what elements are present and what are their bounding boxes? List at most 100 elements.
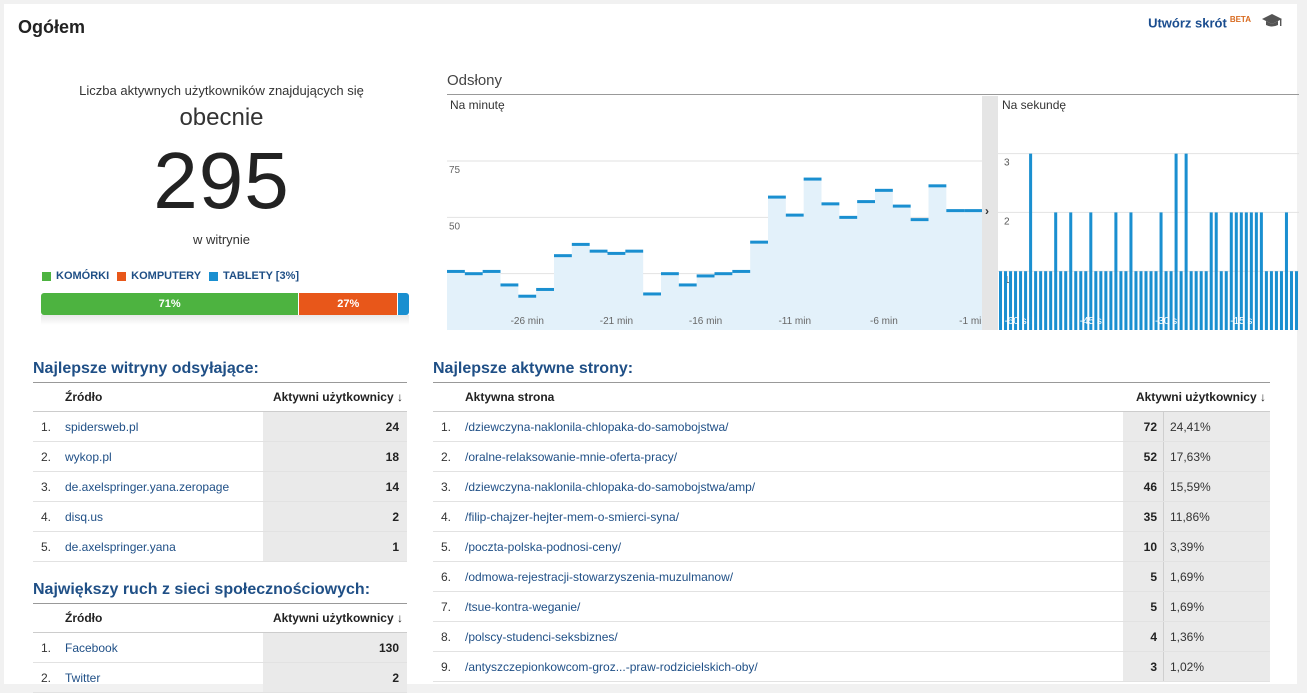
row-value: 24	[263, 411, 407, 442]
chart-separator-toggle[interactable]: ›	[982, 96, 998, 330]
data-bar	[1274, 271, 1278, 330]
device-bar-tablet	[398, 293, 409, 315]
page-link[interactable]: /tsue-kontra-weganie/	[465, 591, 1123, 622]
row-value: 46	[1123, 471, 1164, 502]
data-bar	[1184, 153, 1188, 330]
x-tick-label: -11 min	[778, 316, 811, 327]
data-step	[821, 202, 840, 206]
create-shortcut-link[interactable]: Utwórz skrót BETA	[1148, 15, 1251, 30]
row-value: 35	[1123, 501, 1164, 532]
data-bar	[1179, 271, 1183, 330]
source-column-header: Źródło	[65, 603, 263, 633]
active-users-column-header[interactable]: Aktywni użytkownicy ↓	[263, 382, 407, 412]
per-second-chart-svg: 123-60 s-45 s-30 s-15 s	[998, 153, 1299, 330]
pageviews-title: Odsłony	[447, 72, 503, 89]
overview-panel: Ogółem Utwórz skrót BETA Liczba aktywnych…	[4, 4, 1299, 693]
legend-tablet: TABLETY [3%]	[209, 270, 299, 282]
page-link[interactable]: /antyszczepionkowcom-groz...-praw-rodzic…	[465, 651, 1123, 682]
row-percent: 15,59%	[1163, 471, 1270, 502]
data-bar	[1289, 271, 1293, 330]
device-split-bar: 71% 27%	[41, 293, 409, 315]
data-step	[910, 218, 929, 222]
data-step	[839, 215, 858, 219]
active-users-site: w witrynie	[192, 232, 251, 247]
active-users-column-label: Aktywni użytkownicy	[272, 390, 394, 404]
page-link[interactable]: /polscy-studenci-seksbiznes/	[465, 621, 1123, 652]
x-tick-label: -21 min	[600, 316, 633, 327]
social-link[interactable]: Facebook	[65, 632, 263, 663]
data-bar	[1284, 212, 1288, 330]
row-index: 7.	[433, 591, 465, 622]
data-bar	[1204, 271, 1208, 330]
active-users-column-header[interactable]: Aktywni użytkownicy ↓	[1123, 382, 1270, 412]
table-row: 6./odmowa-rejestracji-stowarzyszenia-muz…	[433, 561, 1270, 592]
active-users-column-label: Aktywni użytkownicy	[272, 611, 394, 625]
row-value: 2	[263, 662, 407, 693]
data-step	[696, 274, 715, 278]
page-column-header: Aktywna strona	[465, 382, 1123, 412]
data-step	[536, 287, 554, 291]
device-bar-desktop: 27%	[299, 293, 399, 315]
row-percent: 11,86%	[1163, 501, 1270, 532]
per-minute-label: Na minutę	[450, 98, 505, 112]
page-link[interactable]: /oralne-relaksowanie-mnie-oferta-pracy/	[465, 441, 1123, 472]
data-bar	[1064, 271, 1068, 330]
row-index: 6.	[433, 561, 465, 592]
active-users-count: 295	[153, 136, 290, 225]
row-index: 2.	[433, 441, 465, 472]
active-users-column-header[interactable]: Aktywni użytkownicy ↓	[263, 603, 407, 633]
active-users-label: Liczba aktywnych użytkowników znajdujący…	[79, 83, 364, 98]
graduation-cap-icon[interactable]	[1261, 12, 1283, 30]
data-bar	[1039, 271, 1043, 330]
row-index: 9.	[433, 651, 465, 682]
legend-tablet-swatch	[209, 271, 219, 281]
data-bar	[1129, 212, 1133, 330]
row-value: 72	[1123, 411, 1164, 442]
page-link[interactable]: /dziewczyna-naklonila-chlopaka-do-samobo…	[465, 411, 1123, 442]
y-tick-label: 75	[449, 165, 461, 176]
page-link[interactable]: /filip-chajzer-hejter-mem-o-smierci-syna…	[465, 501, 1123, 532]
row-index: 1.	[33, 411, 65, 442]
beta-badge: BETA	[1229, 15, 1251, 24]
data-bar	[1114, 212, 1118, 330]
data-step	[678, 283, 697, 287]
referral-link[interactable]: disq.us	[65, 501, 263, 532]
table-row: 7./tsue-kontra-weganie/5 1,69%	[433, 591, 1270, 622]
data-step	[554, 254, 572, 258]
row-index: 3.	[433, 471, 465, 502]
row-value: 10	[1123, 531, 1164, 562]
active-users-now: obecnie	[179, 104, 264, 131]
row-value: 1	[263, 531, 407, 562]
device-legend: KOMÓRKI KOMPUTERY TABLETY [3%]	[42, 270, 299, 282]
page-link[interactable]: /dziewczyna-naklonila-chlopaka-do-samobo…	[465, 471, 1123, 502]
row-index: 1.	[33, 632, 65, 663]
data-bar	[1214, 212, 1218, 330]
data-step	[571, 242, 590, 246]
data-step	[857, 200, 875, 204]
row-index: 3.	[33, 471, 65, 502]
row-value: 14	[263, 471, 407, 502]
data-step	[589, 249, 608, 253]
referral-link[interactable]: de.axelspringer.yana.zeropage	[65, 471, 263, 502]
data-bar	[1109, 271, 1113, 330]
data-bar	[1174, 153, 1178, 330]
table-row: 1. spidersweb.pl 24	[33, 411, 407, 442]
table-row: 3. de.axelspringer.yana.zeropage 14	[33, 471, 407, 502]
row-percent: 1,69%	[1163, 561, 1270, 592]
data-step	[875, 188, 893, 192]
referral-link[interactable]: de.axelspringer.yana	[65, 531, 263, 562]
page-link[interactable]: /poczta-polska-podnosi-ceny/	[465, 531, 1123, 562]
create-shortcut-label: Utwórz skrót	[1148, 15, 1227, 31]
x-tick-label: -45 s	[1080, 316, 1102, 327]
data-step	[768, 195, 786, 199]
row-value: 5	[1123, 591, 1164, 622]
referral-link[interactable]: spidersweb.pl	[65, 411, 263, 442]
chevron-right-icon: ›	[985, 204, 989, 218]
social-link[interactable]: Twitter	[65, 662, 263, 693]
row-percent: 17,63%	[1163, 441, 1270, 472]
data-step	[464, 272, 483, 276]
referral-link[interactable]: wykop.pl	[65, 441, 263, 472]
row-percent: 24,41%	[1163, 411, 1270, 442]
page-link[interactable]: /odmowa-rejestracji-stowarzyszenia-muzul…	[465, 561, 1123, 592]
table-row: 2./oralne-relaksowanie-mnie-oferta-pracy…	[433, 441, 1270, 472]
